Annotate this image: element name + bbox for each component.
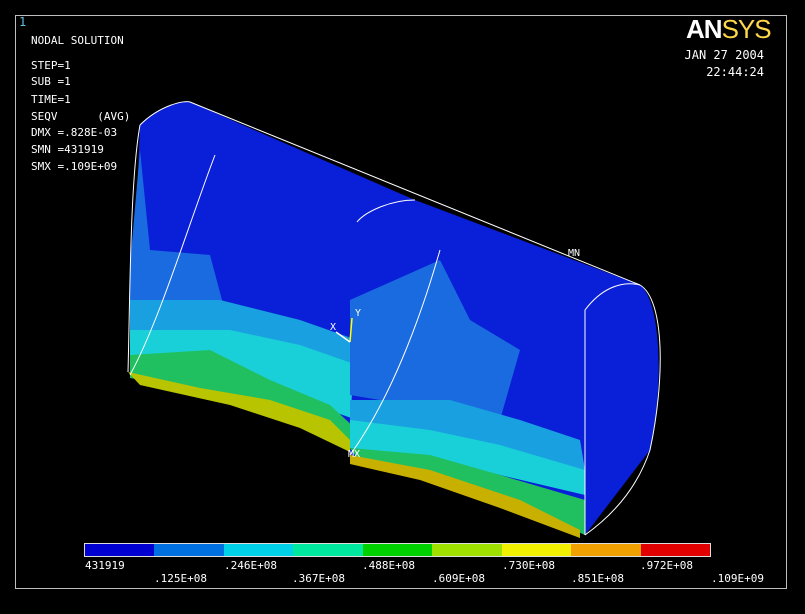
axis-y-label: Y bbox=[355, 308, 361, 319]
legend-label: .125E+08 bbox=[154, 572, 207, 585]
legend-label: .109E+09 bbox=[711, 572, 764, 585]
min-marker: MN bbox=[568, 248, 580, 259]
legend-band-9 bbox=[640, 544, 710, 556]
legend-band-3 bbox=[223, 544, 294, 556]
legend-label: .246E+08 bbox=[224, 559, 277, 572]
legend-band-2 bbox=[154, 544, 224, 556]
max-marker: MX bbox=[348, 449, 360, 460]
right-segment bbox=[349, 199, 661, 538]
legend-band-8 bbox=[571, 544, 641, 556]
legend-band-1 bbox=[85, 544, 155, 556]
legend-band-7 bbox=[501, 544, 572, 556]
legend-label: .730E+08 bbox=[502, 559, 555, 572]
legend-label: 431919 bbox=[85, 559, 125, 572]
contour-legend-bar bbox=[84, 543, 711, 557]
legend-label: .972E+08 bbox=[640, 559, 693, 572]
legend-label: .609E+08 bbox=[432, 572, 485, 585]
legend-band-5 bbox=[362, 544, 433, 556]
legend-label: .488E+08 bbox=[362, 559, 415, 572]
axis-x-label: X bbox=[330, 322, 336, 333]
fem-model-view: Y X MN MX bbox=[127, 101, 661, 538]
legend-band-4 bbox=[293, 544, 363, 556]
legend-label: .367E+08 bbox=[292, 572, 345, 585]
legend-label: .851E+08 bbox=[571, 572, 624, 585]
legend-band-6 bbox=[432, 544, 502, 556]
